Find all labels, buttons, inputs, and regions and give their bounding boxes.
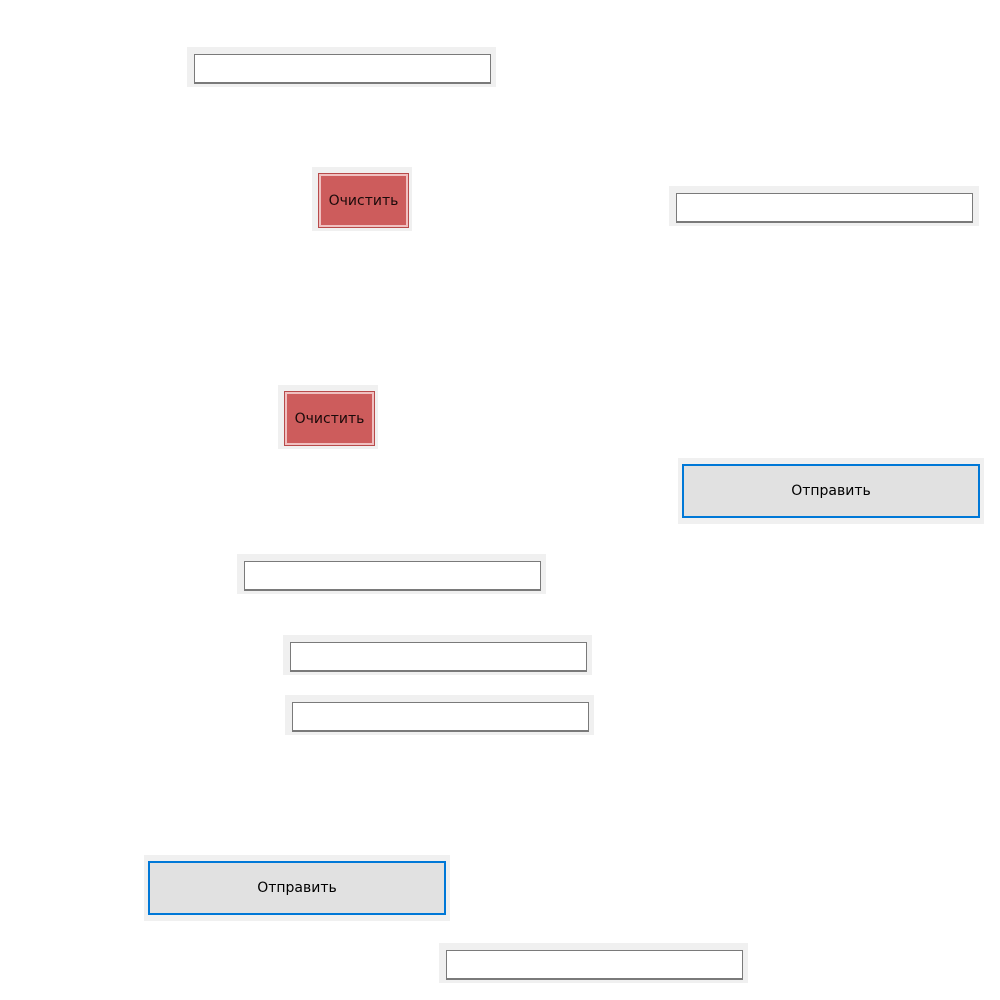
text-field-2[interactable] [676, 193, 973, 222]
text-field-2-container [669, 186, 979, 226]
text-field-5-container [285, 695, 594, 735]
text-field-3[interactable] [244, 561, 541, 590]
text-field-1-container [187, 47, 496, 87]
clear-button-1[interactable]: Очистить [318, 173, 409, 228]
clear-button-1-container: Очистить [312, 167, 412, 231]
text-field-4[interactable] [290, 642, 587, 671]
send-button-1[interactable]: Отправить [682, 464, 980, 518]
clear-button-2[interactable]: Очистить [284, 391, 375, 446]
text-field-5[interactable] [292, 702, 589, 731]
text-field-6-container [439, 943, 748, 983]
text-field-1[interactable] [194, 54, 491, 83]
send-button-2[interactable]: Отправить [148, 861, 446, 915]
send-button-1-container: Отправить [678, 458, 984, 524]
send-button-2-container: Отправить [144, 855, 450, 921]
clear-button-2-container: Очистить [278, 385, 378, 449]
text-field-3-container [237, 554, 546, 594]
text-field-4-container [283, 635, 592, 675]
text-field-6[interactable] [446, 950, 743, 979]
